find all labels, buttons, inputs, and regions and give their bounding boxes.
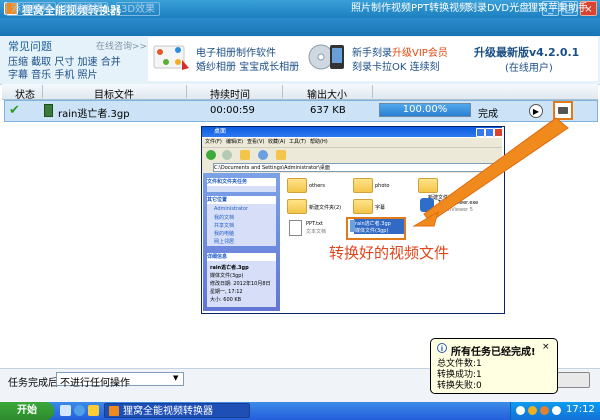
info-icon: i <box>437 343 447 353</box>
security-icon[interactable] <box>528 406 537 415</box>
after-task-label: 任务完成后: <box>8 378 62 389</box>
balloon-close-icon[interactable]: × <box>542 342 550 352</box>
taskbar-app-button[interactable]: 狸窝全能视频转换器 <box>104 403 250 418</box>
app-icon <box>109 406 119 416</box>
browser-icon[interactable] <box>74 405 85 416</box>
app-tray-icon[interactable] <box>540 406 549 415</box>
after-task-select[interactable]: 不进行任何操作 ▼ <box>56 372 184 389</box>
clock: 17:12 <box>566 404 595 415</box>
volume-icon[interactable] <box>552 406 561 415</box>
chevron-down-icon: ▼ <box>173 374 179 382</box>
balloon-line: 转换失败:0 <box>437 381 482 391</box>
start-button[interactable]: 开始 <box>0 402 54 420</box>
network-icon[interactable] <box>516 406 525 415</box>
desktop-icon[interactable] <box>60 405 71 416</box>
taskbar-app-label: 狸窝全能视频转换器 <box>123 406 213 417</box>
media-icon[interactable] <box>88 405 99 416</box>
after-task-value: 不进行任何操作 <box>60 378 130 389</box>
